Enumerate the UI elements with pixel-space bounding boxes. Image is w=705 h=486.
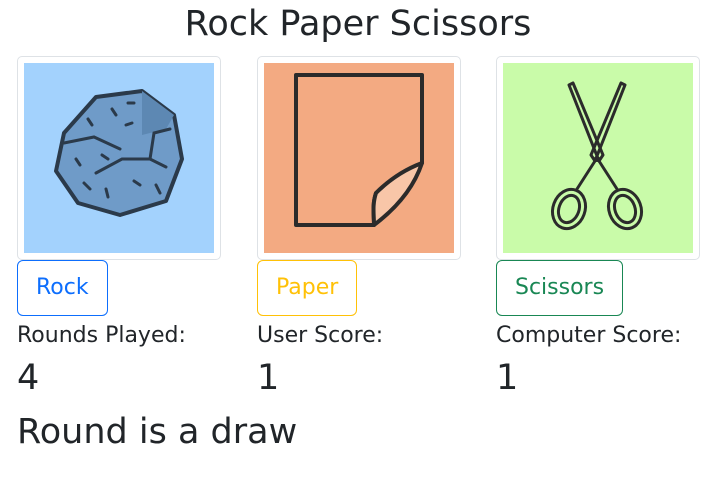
rock-icon: [24, 63, 214, 253]
scissors-illustration: [550, 81, 644, 231]
computer-score-label: Computer Score:: [496, 323, 682, 348]
paper-button[interactable]: Paper: [257, 260, 358, 316]
round-result: Round is a draw: [17, 412, 298, 452]
paper-icon: [264, 63, 454, 253]
computer-score-value: 1: [496, 358, 519, 398]
rounds-played-label: Rounds Played:: [17, 323, 186, 348]
scissors-image-frame: [496, 56, 700, 260]
scissors-icon: [503, 63, 693, 253]
rounds-played-value: 4: [17, 358, 40, 398]
paper-illustration: [294, 73, 424, 227]
choice-paper: Paper: [257, 56, 461, 316]
choice-scissors: Scissors: [496, 56, 700, 316]
rock-image-frame: [17, 56, 221, 260]
user-score-value: 1: [257, 358, 280, 398]
user-score-label: User Score:: [257, 323, 384, 348]
page-title: Rock Paper Scissors: [184, 4, 532, 44]
rock-button[interactable]: Rock: [17, 260, 108, 316]
choice-rock: Rock: [17, 56, 221, 316]
rock-illustration: [54, 89, 184, 217]
scissors-button[interactable]: Scissors: [496, 260, 624, 316]
paper-image-frame: [257, 56, 461, 260]
